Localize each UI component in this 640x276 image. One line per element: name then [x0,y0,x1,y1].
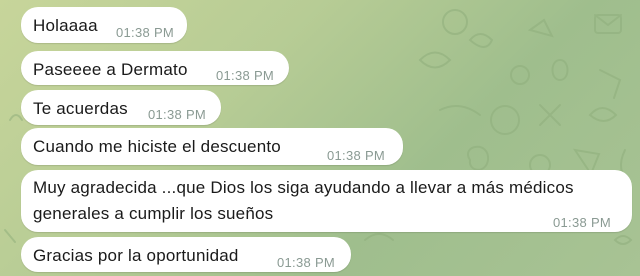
message-text: Holaaaa [33,16,98,35]
message-bubble[interactable]: Muy agradecida ...que Dios los siga ayud… [21,170,632,232]
message-timestamp: 01:38 PM [216,68,275,83]
message-timestamp: 01:38 PM [277,255,336,270]
message-timestamp: 01:38 PM [327,148,386,163]
message-text: Paseeee a Dermato [33,60,188,79]
message-bubble[interactable]: Holaaaa 01:38 PM [21,7,187,43]
message-text: Te acuerdas [33,99,128,118]
message-text: Cuando me hiciste el descuento [33,137,281,156]
message-bubble[interactable]: Te acuerdas 01:38 PM [21,90,221,125]
chat-message-list: Holaaaa 01:38 PM Paseeee a Dermato 01:38… [0,0,640,276]
message-timestamp: 01:38 PM [553,215,612,230]
message-timestamp: 01:38 PM [116,25,175,40]
message-bubble[interactable]: Cuando me hiciste el descuento 01:38 PM [21,128,403,165]
message-bubble[interactable]: Gracias por la oportunidad 01:38 PM [21,237,351,272]
message-text: Muy agradecida ...que Dios los siga ayud… [33,178,574,223]
message-timestamp: 01:38 PM [148,107,207,122]
message-text: Gracias por la oportunidad [33,246,239,265]
message-bubble[interactable]: Paseeee a Dermato 01:38 PM [21,51,289,85]
